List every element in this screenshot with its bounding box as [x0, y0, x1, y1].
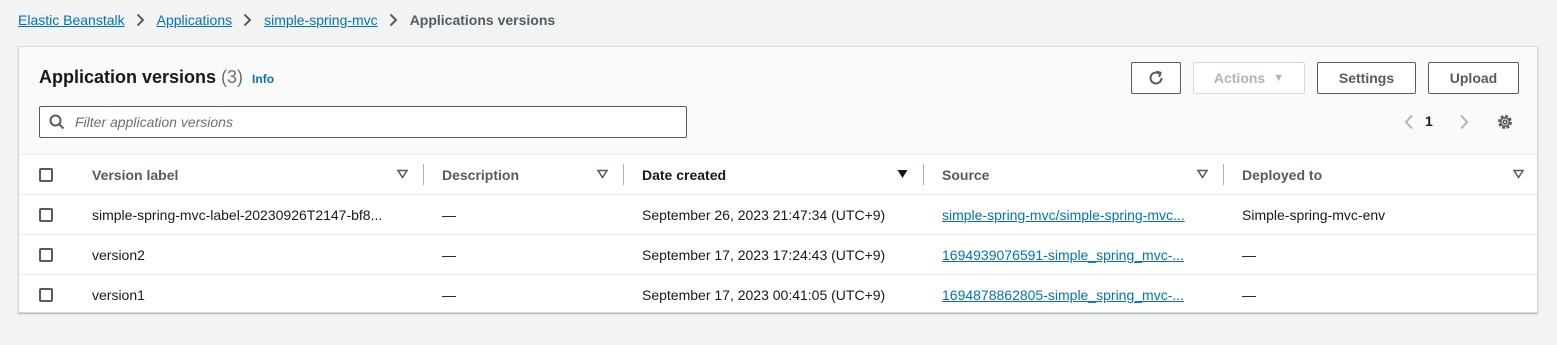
date-created-cell: September 17, 2023 00:41:05 (UTC+9) [642, 287, 886, 303]
row-checkbox[interactable] [39, 248, 53, 262]
refresh-button[interactable] [1131, 62, 1181, 94]
table-row[interactable]: version1 — September 17, 2023 00:41:05 (… [19, 275, 1537, 315]
source-link[interactable]: 1694939076591-simple_spring_mvc-... [942, 235, 1204, 275]
breadcrumb-applications[interactable]: Applications [157, 12, 233, 28]
description-cell: — [442, 207, 456, 223]
title-text: Application versions [39, 67, 217, 87]
column-divider [923, 164, 924, 185]
chevron-right-icon [389, 13, 398, 27]
panel-header: Application versions (3) Info Actions ▼ … [19, 47, 1537, 155]
column-header-date-created[interactable]: Date created [642, 155, 726, 195]
application-versions-panel: Application versions (3) Info Actions ▼ … [18, 46, 1538, 313]
sort-descending-icon[interactable] [897, 169, 908, 179]
row-checkbox[interactable] [39, 288, 53, 302]
version-label-cell: simple-spring-mvc-label-20230926T2147-bf… [92, 195, 410, 235]
upload-button[interactable]: Upload [1428, 62, 1519, 94]
current-page[interactable]: 1 [1425, 113, 1433, 129]
sort-icon[interactable] [1197, 169, 1208, 179]
source-link[interactable]: 1694878862805-simple_spring_mvc-... [942, 275, 1204, 315]
actions-button[interactable]: Actions ▼ [1193, 62, 1305, 94]
search-field [39, 106, 687, 138]
caret-down-icon: ▼ [1273, 72, 1285, 84]
deployed-to-cell: Simple-spring-mvc-env [1242, 207, 1386, 223]
breadcrumb-simple-spring-mvc[interactable]: simple-spring-mvc [264, 12, 378, 28]
sort-icon[interactable] [397, 169, 408, 179]
breadcrumb-elastic-beanstalk[interactable]: Elastic Beanstalk [18, 12, 125, 28]
info-link[interactable]: Info [252, 72, 274, 86]
column-divider [623, 164, 624, 185]
description-cell: — [442, 287, 456, 303]
version-count: (3) [221, 67, 244, 87]
settings-button[interactable]: Settings [1317, 62, 1416, 94]
breadcrumb: Elastic Beanstalk Applications simple-sp… [18, 10, 555, 30]
search-icon [49, 114, 65, 130]
column-header-version-label[interactable]: Version label [92, 155, 178, 195]
version-label: simple-spring-mvc-label-20230926T2147-bf… [92, 207, 383, 223]
column-header-deployed-to[interactable]: Deployed to [1242, 155, 1322, 195]
actions-label: Actions [1213, 70, 1266, 86]
date-created-cell: September 17, 2023 17:24:43 (UTC+9) [642, 247, 886, 263]
date-created-cell: September 26, 2023 21:47:34 (UTC+9) [642, 207, 886, 223]
chevron-right-icon [243, 13, 252, 27]
column-divider [423, 164, 424, 185]
source-link[interactable]: simple-spring-mvc/simple-spring-mvc... [942, 195, 1204, 235]
description-cell: — [442, 247, 456, 263]
sort-icon[interactable] [1513, 169, 1524, 179]
column-header-source[interactable]: Source [942, 155, 989, 195]
version-label: version1 [92, 287, 145, 303]
breadcrumb-current: Applications versions [409, 12, 556, 28]
column-divider [1223, 164, 1224, 185]
chevron-right-icon [136, 13, 145, 27]
select-all-checkbox[interactable] [39, 168, 53, 182]
next-page-icon[interactable] [1459, 114, 1469, 130]
previous-page-icon[interactable] [1404, 114, 1414, 130]
column-header-description[interactable]: Description [442, 155, 519, 195]
version-label-cell: version1 [92, 275, 410, 315]
page-title: Application versions (3) Info [39, 67, 274, 88]
refresh-icon [1147, 69, 1165, 87]
deployed-to-cell: — [1242, 287, 1256, 303]
row-checkbox[interactable] [39, 208, 53, 222]
sort-icon[interactable] [597, 169, 608, 179]
version-label-cell: version2 [92, 235, 410, 275]
search-input[interactable] [73, 113, 686, 131]
table-header: Version label Description Date created S… [19, 155, 1537, 195]
gear-icon[interactable] [1496, 113, 1514, 131]
table-row[interactable]: version2 — September 17, 2023 17:24:43 (… [19, 235, 1537, 275]
upload-label: Upload [1449, 70, 1498, 86]
table-row[interactable]: simple-spring-mvc-label-20230926T2147-bf… [19, 195, 1537, 235]
source-text: simple-spring-mvc/simple-spring-mvc... [942, 207, 1185, 223]
settings-label: Settings [1338, 70, 1395, 86]
version-label: version2 [92, 247, 145, 263]
source-text: 1694878862805-simple_spring_mvc-... [942, 287, 1185, 303]
deployed-to-cell: — [1242, 247, 1256, 263]
source-text: 1694939076591-simple_spring_mvc-... [942, 247, 1185, 263]
